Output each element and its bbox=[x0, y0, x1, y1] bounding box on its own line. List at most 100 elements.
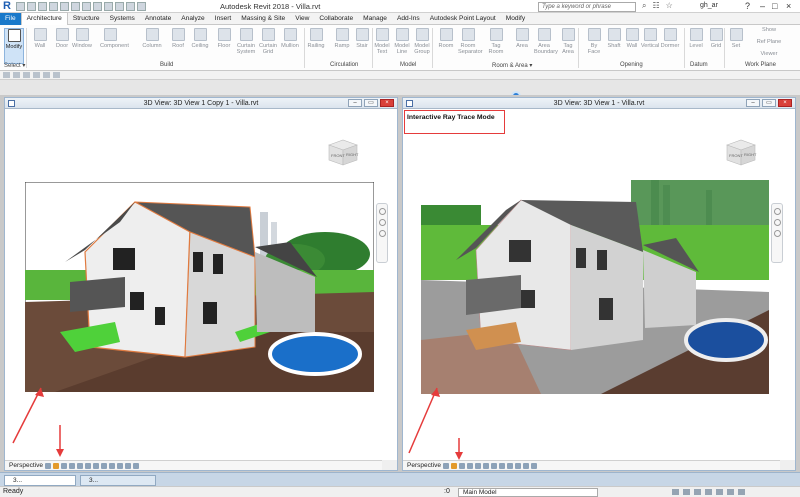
tab-massing-site[interactable]: Massing & Site bbox=[236, 13, 290, 25]
ribbon-column-button[interactable]: Column bbox=[142, 28, 162, 64]
highlight-icon[interactable] bbox=[125, 463, 131, 469]
measure-icon[interactable] bbox=[71, 2, 80, 11]
view-tab-2[interactable]: 3... bbox=[80, 475, 156, 486]
star-icon[interactable]: ☆ bbox=[666, 1, 673, 11]
user-name[interactable]: gh_ar bbox=[700, 2, 718, 9]
navigation-bar[interactable] bbox=[376, 203, 388, 263]
visual-style-icon[interactable] bbox=[443, 463, 449, 469]
ribbon-area-boundary-button[interactable]: Area Boundary bbox=[534, 28, 558, 64]
view-cube[interactable]: FRONT RIGHT bbox=[723, 136, 759, 168]
panel-label[interactable]: Model bbox=[400, 62, 416, 68]
search-input[interactable]: Type a keyword or phrase bbox=[538, 2, 636, 12]
view-window-right[interactable]: 3D View: 3D View 1 - Villa.rvt – ▭ × FRONT… bbox=[402, 97, 796, 471]
panel-label[interactable]: Datum bbox=[690, 62, 708, 68]
shadows-icon[interactable] bbox=[459, 463, 465, 469]
minimize-button[interactable]: – bbox=[746, 99, 760, 107]
ribbon-viewer-button[interactable]: Viewer bbox=[754, 51, 784, 61]
switch-windows-icon[interactable] bbox=[137, 2, 146, 11]
text-icon[interactable] bbox=[82, 2, 91, 11]
ribbon-ramp-button[interactable]: Ramp bbox=[332, 28, 352, 64]
filter-icon[interactable] bbox=[738, 489, 745, 495]
ribbon-grid-button[interactable]: Grid bbox=[706, 28, 726, 64]
pan-icon[interactable] bbox=[773, 230, 781, 237]
ribbon-stair-button[interactable]: Stair bbox=[352, 28, 372, 64]
ribbon-dormer-button[interactable]: Dormer bbox=[660, 28, 680, 64]
panel-label[interactable]: Room & Area ▾ bbox=[492, 62, 532, 69]
tab-annotate[interactable]: Annotate bbox=[140, 13, 176, 25]
ribbon-model-line-button[interactable]: Model Line bbox=[392, 28, 412, 64]
tab-collaborate[interactable]: Collaborate bbox=[314, 13, 358, 25]
lock-icon[interactable] bbox=[491, 463, 497, 469]
visual-style-label[interactable]: Perspective bbox=[9, 462, 43, 469]
close-hidden-icon[interactable] bbox=[126, 2, 135, 11]
undo-icon[interactable] bbox=[38, 2, 47, 11]
save-icon[interactable] bbox=[27, 2, 36, 11]
ribbon-model-group-button[interactable]: Model Group bbox=[412, 28, 432, 64]
view-title[interactable]: 3D View: 3D View 1 Copy 1 - Villa.rvt – ▭… bbox=[5, 98, 397, 109]
ribbon-level-button[interactable]: Level bbox=[686, 28, 706, 64]
tab-architecture[interactable]: Architecture bbox=[20, 12, 68, 25]
analysis-icon[interactable] bbox=[515, 463, 521, 469]
filter-icon[interactable] bbox=[43, 72, 50, 78]
tab-manage[interactable]: Manage bbox=[358, 13, 392, 25]
shadows-icon[interactable] bbox=[61, 463, 67, 469]
properties-icon[interactable] bbox=[3, 72, 10, 78]
ribbon-tag-room-button[interactable]: Tag Room bbox=[486, 28, 506, 64]
tab-systems[interactable]: Systems bbox=[105, 13, 140, 25]
navigation-bar[interactable] bbox=[771, 203, 783, 263]
sun-path-icon[interactable] bbox=[451, 463, 457, 469]
app-logo[interactable]: R bbox=[3, 0, 11, 12]
open-icon[interactable] bbox=[16, 2, 25, 11]
ribbon-show-button[interactable]: Show bbox=[754, 27, 784, 37]
lock-icon[interactable] bbox=[93, 463, 99, 469]
drag-elements-icon[interactable] bbox=[727, 489, 734, 495]
ribbon-mullion-button[interactable]: Mullion bbox=[280, 28, 300, 64]
show-crop-icon[interactable] bbox=[483, 463, 489, 469]
design-options-icon[interactable] bbox=[683, 489, 690, 495]
ribbon-model-text-button[interactable]: Model Text bbox=[372, 28, 392, 64]
section-icon[interactable] bbox=[104, 2, 113, 11]
tab-structure[interactable]: Structure bbox=[68, 13, 105, 25]
constraints-icon[interactable] bbox=[133, 463, 139, 469]
select-links-icon[interactable] bbox=[694, 489, 701, 495]
ribbon-ceiling-button[interactable]: Ceiling bbox=[190, 28, 210, 64]
minimize-icon[interactable]: – bbox=[760, 1, 765, 11]
scrollbar-corner[interactable] bbox=[382, 460, 397, 470]
scrollbar-corner[interactable] bbox=[780, 460, 795, 470]
hide-icon[interactable] bbox=[499, 463, 505, 469]
hide-icon[interactable] bbox=[101, 463, 107, 469]
ribbon-by-face-button[interactable]: By Face bbox=[584, 28, 604, 64]
full-navigation-wheel-icon[interactable] bbox=[378, 208, 386, 215]
ribbon-railing-button[interactable]: Railing bbox=[306, 28, 326, 64]
render-icon[interactable] bbox=[69, 463, 75, 469]
visual-style-label[interactable]: Perspective bbox=[407, 462, 441, 469]
type-icon[interactable] bbox=[13, 72, 20, 78]
tab-file[interactable]: File bbox=[0, 12, 21, 25]
select-underlay-icon[interactable] bbox=[705, 489, 712, 495]
panel-label[interactable]: Work Plane bbox=[745, 62, 776, 68]
ribbon-shaft-button[interactable]: Shaft bbox=[604, 28, 624, 64]
ribbon-area-button[interactable]: Area bbox=[512, 28, 532, 64]
zoom-icon[interactable] bbox=[378, 219, 386, 226]
tab-autodesk-point-layout[interactable]: Autodesk Point Layout bbox=[425, 13, 501, 25]
ribbon-curtain-system-button[interactable]: Curtain System bbox=[236, 28, 256, 64]
ribbon-room-separator-button[interactable]: Room Separator bbox=[458, 28, 483, 64]
view-title[interactable]: 3D View: 3D View 1 - Villa.rvt – ▭ × bbox=[403, 98, 795, 109]
view-cube[interactable]: FRONT RIGHT bbox=[325, 136, 361, 168]
ribbon-window-button[interactable]: Window bbox=[72, 28, 92, 64]
ribbon-wall-button[interactable]: Wall bbox=[30, 28, 50, 64]
visual-style-icon[interactable] bbox=[45, 463, 51, 469]
select-pinned-icon[interactable] bbox=[716, 489, 723, 495]
crop-icon[interactable] bbox=[77, 463, 83, 469]
search-icon[interactable]: ⌕ bbox=[642, 1, 646, 11]
ribbon-modify-button[interactable]: Modify bbox=[4, 28, 24, 64]
tab-analyze[interactable]: Analyze bbox=[176, 13, 209, 25]
restore-button[interactable]: ▭ bbox=[364, 99, 378, 107]
close-button[interactable]: × bbox=[778, 99, 792, 107]
tab-add-ins[interactable]: Add-Ins bbox=[392, 13, 425, 25]
dropdown-icon[interactable] bbox=[53, 72, 60, 78]
tab-view[interactable]: View bbox=[290, 13, 314, 25]
zoom-icon[interactable] bbox=[773, 219, 781, 226]
view-tab-1[interactable]: 3... bbox=[4, 475, 76, 486]
redo-icon[interactable] bbox=[49, 2, 58, 11]
